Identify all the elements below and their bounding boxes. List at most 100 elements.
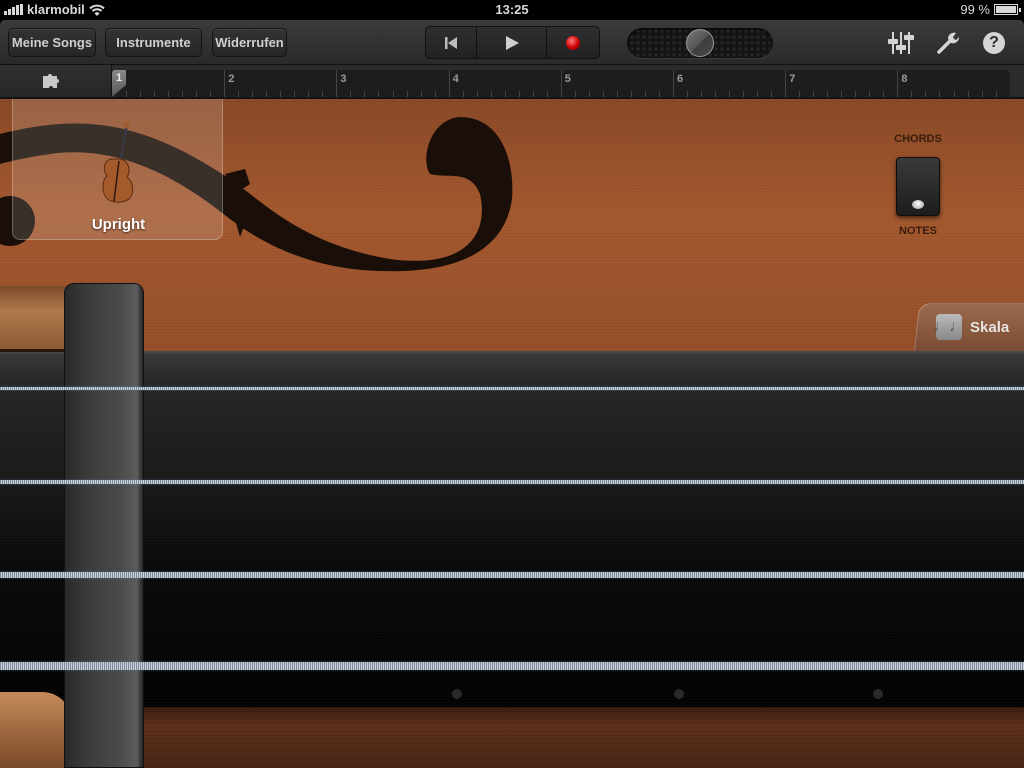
bass-string-1[interactable] bbox=[0, 386, 1024, 390]
switch-indicator bbox=[912, 200, 924, 209]
bar-line bbox=[224, 70, 226, 97]
ruler-tick bbox=[140, 91, 142, 97]
fret-marker bbox=[873, 689, 883, 699]
fret-marker bbox=[452, 689, 462, 699]
mixer-icon bbox=[888, 32, 914, 54]
ruler-tick bbox=[490, 91, 492, 97]
bar-line bbox=[560, 70, 562, 97]
my-songs-button[interactable]: Meine Songs bbox=[8, 28, 96, 57]
play-button[interactable] bbox=[477, 27, 547, 58]
rewind-button[interactable] bbox=[426, 27, 478, 58]
bar-line bbox=[785, 70, 787, 97]
ruler-tick bbox=[715, 91, 717, 97]
transport-controls bbox=[425, 26, 600, 59]
undo-button[interactable]: Widerrufen bbox=[212, 28, 287, 57]
scale-button[interactable]: ♩♩ Skala bbox=[920, 303, 1024, 351]
ruler-tick bbox=[168, 91, 170, 97]
master-volume-slider[interactable] bbox=[627, 28, 773, 58]
puzzle-icon bbox=[43, 74, 59, 88]
ruler-tick bbox=[939, 91, 941, 97]
ruler-tick bbox=[701, 91, 703, 97]
ruler-tick bbox=[406, 91, 408, 97]
instruments-button[interactable]: Instrumente bbox=[105, 28, 202, 57]
ruler-tick bbox=[182, 91, 184, 97]
ruler-tick bbox=[883, 91, 885, 97]
ruler-tick bbox=[869, 91, 871, 97]
ruler-tick bbox=[644, 91, 646, 97]
record-button[interactable] bbox=[547, 27, 599, 58]
clock: 13:25 bbox=[495, 2, 529, 17]
ruler-tick bbox=[266, 91, 268, 97]
ruler-tick bbox=[238, 91, 240, 97]
bar-line bbox=[673, 70, 674, 97]
bass-string-2[interactable] bbox=[0, 480, 1024, 484]
ruler-tick bbox=[476, 91, 478, 97]
fret-marker bbox=[674, 689, 684, 699]
timeline-bar: 2345678 1 bbox=[0, 65, 1024, 99]
toolbar: Meine Songs Instrumente Widerrufen ? bbox=[0, 20, 1024, 65]
scale-label: Skala bbox=[970, 318, 1010, 336]
bar-number: 4 bbox=[452, 73, 459, 85]
music-notes-icon: ♩♩ bbox=[933, 314, 965, 340]
mixer-button[interactable] bbox=[887, 30, 915, 56]
ruler-tick bbox=[687, 91, 689, 97]
ruler-tick bbox=[925, 91, 927, 97]
help-button[interactable]: ? bbox=[980, 30, 1008, 56]
ruler-tick bbox=[434, 91, 436, 97]
ruler-tick bbox=[280, 91, 282, 97]
ruler-tick bbox=[546, 91, 548, 97]
instrument-bottom-edge bbox=[0, 706, 1024, 768]
ruler-tick bbox=[294, 91, 296, 97]
timeline-ruler[interactable]: 2 3 4 5 6 7 8 bbox=[112, 70, 1010, 97]
ruler-tick bbox=[757, 91, 759, 97]
ruler-tick bbox=[841, 91, 843, 97]
battery-icon bbox=[994, 4, 1021, 15]
ruler-tick bbox=[995, 91, 997, 97]
chords-notes-switch[interactable] bbox=[896, 157, 940, 216]
instrument-name: Upright bbox=[91, 216, 146, 233]
ruler-tick bbox=[364, 91, 366, 97]
ruler-tick bbox=[981, 91, 983, 97]
ruler-tick bbox=[532, 91, 534, 97]
ruler-tick bbox=[518, 91, 520, 97]
instrument-selector[interactable]: Upright bbox=[12, 99, 223, 240]
fretboard[interactable] bbox=[0, 351, 1024, 706]
chords-label: CHORDS bbox=[894, 133, 942, 145]
bar-number: 6 bbox=[677, 73, 684, 85]
ruler-tick bbox=[126, 91, 128, 97]
upright-bass-icon bbox=[102, 122, 134, 203]
ruler-tick bbox=[322, 91, 324, 97]
volume-knob[interactable] bbox=[686, 29, 714, 57]
bar-line bbox=[897, 70, 899, 97]
ruler-tick bbox=[967, 91, 969, 97]
bass-string-4[interactable] bbox=[0, 662, 1024, 670]
ruler-tick bbox=[504, 91, 506, 97]
ruler-tick bbox=[420, 91, 422, 97]
ruler-tick bbox=[588, 91, 590, 97]
ruler-tick bbox=[799, 91, 801, 97]
ruler-tick bbox=[855, 91, 857, 97]
tracks-view-button[interactable] bbox=[0, 65, 112, 97]
bar-number: 3 bbox=[340, 73, 347, 85]
bass-string-3[interactable] bbox=[0, 572, 1024, 578]
scroll-wood-top bbox=[0, 286, 72, 352]
ruler-tick bbox=[953, 91, 955, 97]
ruler-tick bbox=[252, 91, 254, 97]
help-icon: ? bbox=[983, 32, 1005, 54]
ruler-tick bbox=[616, 91, 618, 97]
ruler-tick bbox=[813, 91, 815, 97]
ruler-tick bbox=[462, 91, 464, 97]
ruler-tick bbox=[630, 91, 632, 97]
status-bar: klarmobil 13:25 99 % bbox=[0, 0, 1024, 20]
ruler-tick bbox=[743, 91, 745, 97]
ruler-tick bbox=[771, 91, 773, 97]
ruler-tick bbox=[729, 91, 731, 97]
ruler-tick bbox=[827, 91, 829, 97]
ruler-tick bbox=[308, 91, 310, 97]
battery-percent: 99 % bbox=[960, 2, 990, 17]
ruler-tick bbox=[911, 91, 913, 97]
ruler-tick bbox=[602, 91, 604, 97]
ruler-tick bbox=[378, 91, 380, 97]
ruler-tick bbox=[350, 91, 352, 97]
settings-button[interactable] bbox=[934, 30, 962, 56]
